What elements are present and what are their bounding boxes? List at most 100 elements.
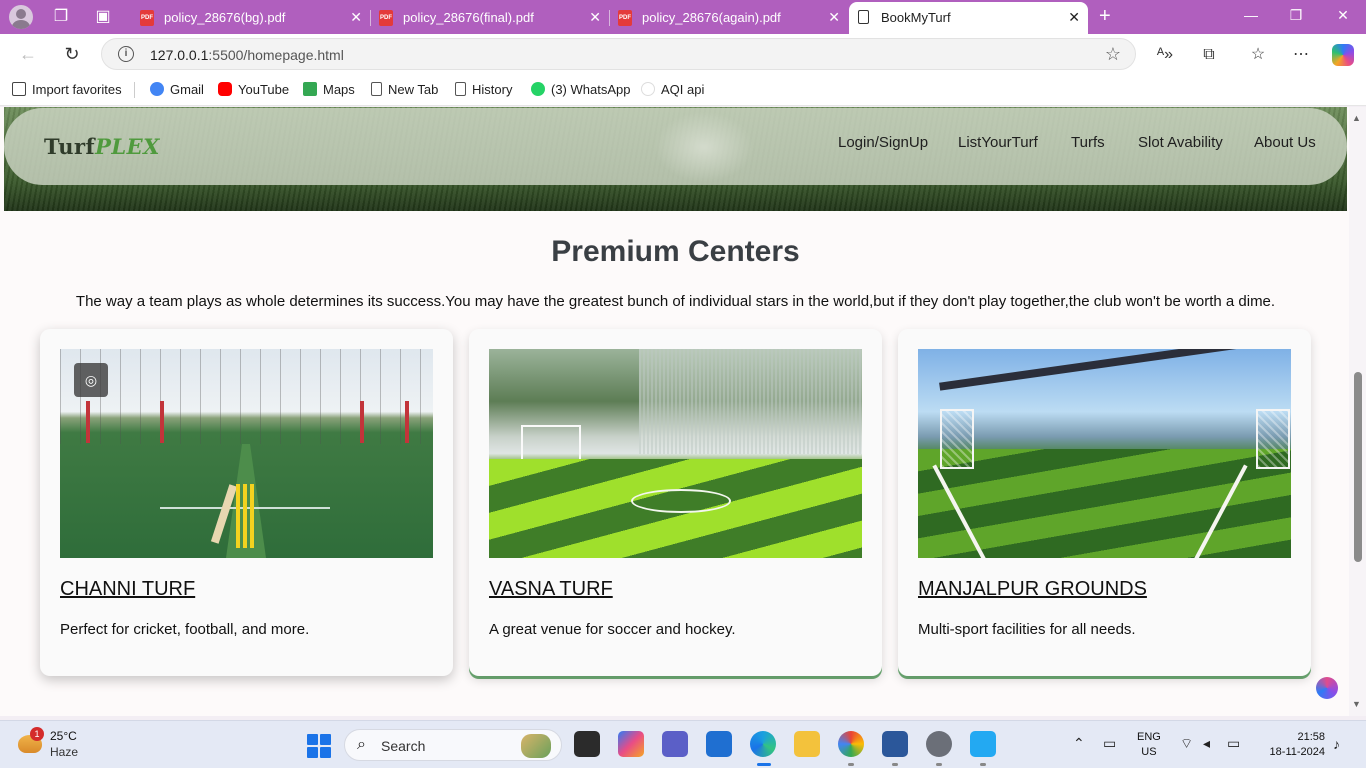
store-icon[interactable] xyxy=(706,731,732,757)
weather-condition: Haze xyxy=(50,745,79,759)
lang-code: ENG xyxy=(1137,731,1161,743)
fav-label: YouTube xyxy=(238,82,290,97)
fav-label: History xyxy=(472,82,513,97)
workspaces-icon[interactable]: ❐ xyxy=(50,6,72,28)
whatsapp-icon xyxy=(531,82,545,96)
notification-bell-icon[interactable]: ♪ xyxy=(1333,736,1340,752)
fav-youtube[interactable]: YouTube xyxy=(218,82,289,97)
chrome-icon[interactable] xyxy=(838,731,864,766)
fav-label: AQI api xyxy=(661,82,705,97)
vscode-icon[interactable] xyxy=(970,731,996,766)
copilot-sidebar-icon[interactable] xyxy=(1316,677,1338,699)
fav-new-tab[interactable]: New Tab xyxy=(371,82,438,97)
scrollbar-thumb[interactable] xyxy=(1354,372,1362,562)
address-bar-row: ← ↻ i 127.0.0.1:5500/homepage.html ☆ ᴬ» … xyxy=(0,34,1366,74)
tab-policy-final[interactable]: PDF policy_28676(final).pdf ✕ xyxy=(371,2,610,34)
restore-icon[interactable]: ❐ xyxy=(1281,7,1311,24)
address-bar[interactable]: i 127.0.0.1:5500/homepage.html ☆ xyxy=(101,38,1136,70)
scroll-up-icon[interactable]: ▲ xyxy=(1352,113,1361,123)
show-hidden-icons-icon[interactable]: ⌃ xyxy=(1073,735,1085,752)
tab-title: policy_28676(bg).pdf xyxy=(164,10,286,25)
edge-icon[interactable] xyxy=(750,731,776,766)
google-icon xyxy=(150,82,164,96)
volume-icon[interactable]: ◂ xyxy=(1203,735,1210,752)
page-viewport: TurfPLEX Login/SignUp ListYourTurf Turfs… xyxy=(0,107,1366,716)
input-language[interactable]: ENG US xyxy=(1137,730,1161,760)
visual-search-icon[interactable]: ◎ xyxy=(74,363,108,397)
copilot-app-icon[interactable] xyxy=(618,731,644,757)
tab-policy-bg[interactable]: PDF policy_28676(bg).pdf ✕ xyxy=(132,2,371,34)
turf-card[interactable]: ◎ CHANNI TURF Perfect for cricket, footb… xyxy=(40,329,453,676)
vertical-tabs-icon[interactable]: ▣ xyxy=(92,6,114,28)
weather-temp: 25°C xyxy=(50,729,77,743)
close-window-icon[interactable]: ✕ xyxy=(1328,7,1358,24)
fav-import-favorites[interactable]: Import favorites xyxy=(12,82,122,97)
turf-card[interactable]: MANJALPUR GROUNDS Multi-sport facilities… xyxy=(898,329,1311,676)
battery-icon[interactable]: ▭ xyxy=(1227,735,1240,752)
refresh-icon[interactable]: ↻ xyxy=(61,43,83,65)
page-icon xyxy=(455,82,466,96)
settings-icon[interactable] xyxy=(926,731,952,766)
section-quote: The way a team plays as whole determines… xyxy=(75,293,1276,310)
teams-icon[interactable] xyxy=(662,731,688,757)
import-icon xyxy=(12,82,26,96)
url-text[interactable]: 127.0.0.1:5500/homepage.html xyxy=(150,47,344,63)
url-host: 127.0.0.1 xyxy=(150,47,209,63)
tab-bookmyturf[interactable]: BookMyTurf ✕ xyxy=(849,2,1088,34)
maps-icon xyxy=(303,82,317,96)
copilot-icon[interactable] xyxy=(1332,44,1354,66)
page-scrollbar[interactable]: ▲ ▼ xyxy=(1349,107,1366,716)
fav-gmail[interactable]: Gmail xyxy=(150,82,204,97)
taskbar-search[interactable]: ⌕ Search xyxy=(344,729,562,761)
task-view-icon[interactable] xyxy=(574,731,600,757)
favorites-icon[interactable]: ☆ xyxy=(1247,44,1269,66)
fav-whatsapp[interactable]: (3) WhatsApp xyxy=(531,82,630,97)
site-logo[interactable]: TurfPLEX xyxy=(44,134,160,159)
search-icon: ⌕ xyxy=(357,736,366,753)
clock-date: 18-11-2024 xyxy=(1269,746,1325,758)
minimize-icon[interactable]: — xyxy=(1236,7,1266,23)
nav-list-your-turf[interactable]: ListYourTurf xyxy=(958,134,1038,151)
card-title[interactable]: MANJALPUR GROUNDS xyxy=(918,578,1147,601)
close-tab-icon[interactable]: ✕ xyxy=(350,9,362,26)
tab-policy-again[interactable]: PDF policy_28676(again).pdf ✕ xyxy=(610,2,848,34)
wifi-icon[interactable]: ⌔ xyxy=(1180,735,1193,753)
tab-title: policy_28676(again).pdf xyxy=(642,10,781,25)
back-icon[interactable]: ← xyxy=(17,43,39,65)
close-tab-icon[interactable]: ✕ xyxy=(828,9,840,26)
fav-history[interactable]: History xyxy=(455,82,512,97)
card-title[interactable]: VASNA TURF xyxy=(489,578,613,601)
nav-turfs[interactable]: Turfs xyxy=(1071,134,1105,151)
card-description: Perfect for cricket, football, and more. xyxy=(60,621,310,638)
nav-slot-availability[interactable]: Slot Avability xyxy=(1138,134,1223,151)
site-info-icon[interactable]: i xyxy=(118,46,134,62)
close-tab-icon[interactable]: ✕ xyxy=(589,9,601,26)
favorites-bar: Import favorites Gmail YouTube Maps New … xyxy=(0,74,1366,106)
fav-maps[interactable]: Maps xyxy=(303,82,355,97)
fav-label: Maps xyxy=(323,82,355,97)
system-clock[interactable]: 21:58 18-11-2024 xyxy=(1255,730,1325,760)
extensions-icon[interactable]: ⧉ xyxy=(1198,44,1220,66)
turf-photo-football xyxy=(489,349,862,558)
read-aloud-icon[interactable]: ᴬ» xyxy=(1154,44,1176,66)
close-tab-icon[interactable]: ✕ xyxy=(1068,9,1080,26)
word-icon[interactable] xyxy=(882,731,908,766)
nav-about-us[interactable]: About Us xyxy=(1254,134,1316,151)
profile-avatar-icon[interactable] xyxy=(9,5,33,29)
pdf-icon: PDF xyxy=(140,10,154,26)
favorite-star-icon[interactable]: ☆ xyxy=(1105,44,1121,65)
start-button-icon[interactable] xyxy=(307,734,331,758)
card-description: A great venue for soccer and hockey. xyxy=(489,621,736,638)
turf-card[interactable]: VASNA TURF A great venue for soccer and … xyxy=(469,329,882,676)
card-title[interactable]: CHANNI TURF xyxy=(60,578,195,601)
new-tab-button[interactable]: + xyxy=(1099,6,1111,26)
scroll-down-icon[interactable]: ▼ xyxy=(1352,699,1361,709)
tab-title: BookMyTurf xyxy=(881,10,951,25)
file-explorer-icon[interactable] xyxy=(794,731,820,757)
display-icon[interactable]: ▭ xyxy=(1103,735,1116,752)
more-options-icon[interactable]: ⋯ xyxy=(1290,44,1312,66)
fav-aqi-api[interactable]: AQI api xyxy=(641,82,704,97)
nav-login-signup[interactable]: Login/SignUp xyxy=(838,134,928,151)
section-title: Premium Centers xyxy=(551,235,800,268)
url-path: :5500/homepage.html xyxy=(208,47,344,63)
